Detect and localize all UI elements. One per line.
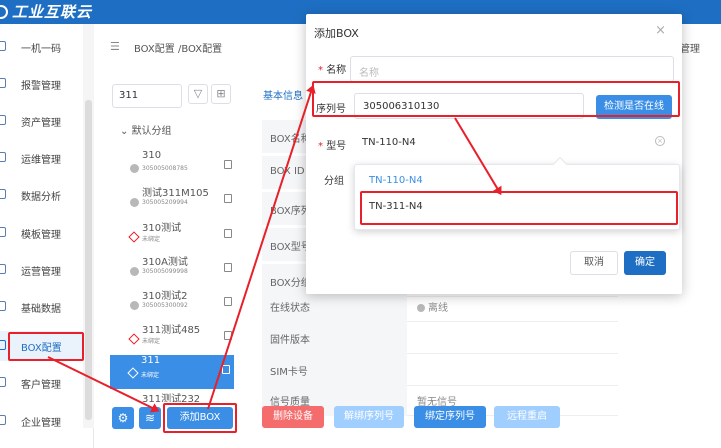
copy-icon[interactable] bbox=[224, 160, 232, 169]
offline-dot-icon bbox=[130, 267, 139, 276]
tree-device-item[interactable]: 311测试485 未绑定 bbox=[128, 321, 236, 355]
offline-dot-icon bbox=[130, 198, 139, 207]
name-input[interactable]: 名称 bbox=[350, 56, 674, 82]
tree-device-item[interactable]: 测试311M105 305005209994 bbox=[130, 184, 236, 218]
detail-row: 固件版本 bbox=[262, 321, 618, 354]
box-icon bbox=[0, 340, 6, 350]
sidebar-item-customers[interactable]: 客户管理 bbox=[0, 372, 82, 394]
copy-icon[interactable] bbox=[224, 263, 232, 272]
menu-toggle-icon[interactable]: ☰ bbox=[110, 40, 120, 53]
sidebar-item-alarm[interactable]: 报警管理 bbox=[0, 73, 82, 95]
sidebar-item-analytics[interactable]: 数据分析 bbox=[0, 184, 82, 206]
bind-serial-button[interactable]: 绑定序列号 bbox=[414, 406, 486, 428]
customer-icon bbox=[0, 377, 6, 387]
copy-icon[interactable] bbox=[224, 297, 232, 306]
unbound-icon bbox=[128, 333, 140, 345]
delete-device-button[interactable]: 删除设备 bbox=[262, 406, 324, 428]
tab-basic-info[interactable]: 基本信息 bbox=[263, 87, 303, 102]
cancel-button[interactable]: 取消 bbox=[570, 251, 618, 275]
tree-device-item-selected[interactable]: 311 未绑定 bbox=[110, 355, 234, 389]
dialog-title: 添加BOX bbox=[314, 27, 359, 40]
database-icon bbox=[0, 301, 6, 311]
template-icon bbox=[0, 227, 6, 237]
dropdown-pointer bbox=[552, 156, 568, 172]
confirm-button[interactable]: 确定 bbox=[624, 251, 666, 275]
copy-icon[interactable] bbox=[222, 365, 230, 374]
tree-group-default[interactable]: ⌄ 默认分组 bbox=[120, 122, 172, 137]
tree-device-item[interactable]: 310A测试 305005099998 bbox=[130, 253, 236, 287]
tree-device-item[interactable]: 310 305005008785 bbox=[130, 150, 236, 184]
add-box-button[interactable]: 添加BOX bbox=[167, 407, 233, 429]
tree-device-item[interactable]: 310测试2 305005300092 bbox=[130, 287, 236, 321]
sidebar-scrollbar-thumb[interactable] bbox=[85, 100, 92, 420]
tree-search-input[interactable]: 311 bbox=[112, 84, 182, 108]
enterprise-icon bbox=[0, 415, 6, 425]
offline-dot-icon bbox=[130, 301, 139, 310]
dropdown-option[interactable]: TN-110-N4 bbox=[369, 175, 423, 186]
offline-dot-icon bbox=[417, 304, 425, 312]
close-icon[interactable]: × bbox=[655, 23, 666, 38]
sidebar-item-box-config[interactable]: BOX配置 bbox=[0, 335, 82, 357]
add-box-dialog: 添加BOX × * 名称 名称 序列号 305006310130 检测是否在线 … bbox=[306, 14, 682, 294]
add-folder-icon[interactable]: ⊞ bbox=[211, 84, 231, 104]
logo-icon bbox=[0, 5, 8, 19]
sidebar-item-base-data[interactable]: 基础数据 bbox=[0, 296, 82, 318]
unbind-serial-button[interactable]: 解绑序列号 bbox=[334, 406, 404, 428]
breadcrumb: BOX配置 /BOX配置 bbox=[134, 44, 223, 55]
header-right-text: 管理 bbox=[680, 44, 700, 55]
tree-device-item[interactable]: 310测试 未绑定 bbox=[128, 219, 236, 253]
sidebar-item-enterprise[interactable]: 企业管理 bbox=[0, 410, 82, 432]
model-label: * 型号 bbox=[318, 141, 347, 152]
wifi-off-icon[interactable]: ≋ bbox=[139, 407, 161, 429]
operations-icon bbox=[0, 264, 6, 274]
collapse-icon: ⌄ bbox=[120, 126, 132, 137]
serial-label: 序列号 bbox=[316, 104, 346, 115]
chart-icon bbox=[0, 189, 6, 199]
copy-icon[interactable] bbox=[224, 229, 232, 238]
group-label: 分组 bbox=[324, 176, 344, 187]
name-label: * 名称 bbox=[318, 65, 347, 76]
offline-dot-icon bbox=[130, 164, 139, 173]
logo-text: 工业互联云 bbox=[12, 3, 93, 21]
remote-restart-button[interactable]: 远程重启 bbox=[494, 406, 560, 428]
unbound-icon bbox=[128, 231, 140, 243]
model-dropdown: TN-110-N4 TN-311-N4 bbox=[354, 156, 680, 230]
serial-input[interactable]: 305006310130 bbox=[354, 93, 584, 119]
detail-row: SIM卡号 bbox=[262, 353, 618, 386]
copy-icon[interactable] bbox=[224, 194, 232, 203]
unbound-icon bbox=[127, 367, 139, 379]
check-online-button[interactable]: 检测是否在线 bbox=[596, 95, 672, 119]
qrcode-icon bbox=[0, 41, 6, 51]
sidebar-item-templates[interactable]: 模板管理 bbox=[0, 222, 82, 244]
sidebar-item-maintenance[interactable]: 运维管理 bbox=[0, 147, 82, 169]
copy-icon[interactable] bbox=[224, 331, 232, 340]
model-select[interactable]: TN-110-N4 bbox=[362, 137, 416, 148]
sidebar-item-assets[interactable]: 资产管理 bbox=[0, 110, 82, 132]
sidebar-item-operations[interactable]: 运营管理 bbox=[0, 259, 82, 281]
sidebar-item-one-machine-one-code[interactable]: 一机一码 bbox=[0, 36, 82, 58]
sidebar: 一机一码 报警管理 资产管理 运维管理 数据分析 模板管理 运营管理 基础数据 … bbox=[0, 24, 94, 448]
online-status-value: 离线 bbox=[428, 303, 448, 314]
dropdown-option[interactable]: TN-311-N4 bbox=[369, 201, 423, 212]
bell-icon bbox=[0, 78, 6, 88]
asset-icon bbox=[0, 115, 6, 125]
app-logo[interactable]: 工业互联云 bbox=[0, 1, 92, 22]
scroll-down-icon[interactable] bbox=[84, 428, 94, 448]
clear-icon[interactable]: × bbox=[655, 136, 665, 146]
wrench-icon bbox=[0, 152, 6, 162]
settings-icon[interactable]: ⚙ bbox=[112, 407, 134, 429]
filter-icon[interactable]: ▽ bbox=[188, 84, 208, 104]
